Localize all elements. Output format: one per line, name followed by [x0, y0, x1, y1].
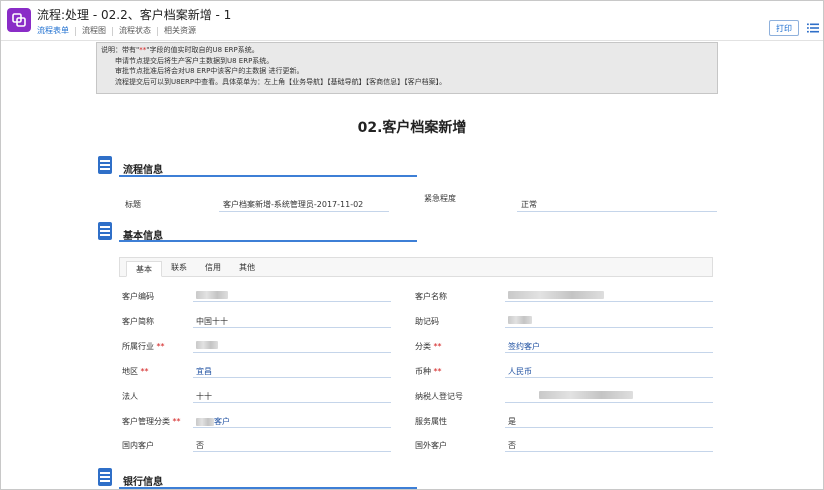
field-value-domestic[interactable]: 否: [196, 440, 204, 451]
required-mark: **: [433, 367, 442, 376]
field-underline: [505, 301, 713, 302]
field-underline: [517, 211, 717, 212]
tab-status[interactable]: 流程状态: [113, 25, 157, 37]
field-label-currency: 币种 **: [415, 366, 442, 377]
required-mark: **: [140, 367, 149, 376]
field-label-short-name: 客户简称: [122, 317, 154, 326]
field-label-service-attr: 服务属性: [415, 417, 447, 426]
field-label-customer-name: 客户名称: [415, 292, 447, 301]
field-underline: [505, 402, 713, 403]
instructions-text: 说明：带有": [101, 46, 140, 54]
instructions-box: 说明：带有"**"字段的值实时取自的U8 ERP系统。 申请节点提交后将生产客户…: [96, 42, 718, 94]
field-underline: [505, 352, 713, 353]
field-label-mnemonic: 助记码: [415, 317, 439, 326]
section-underline: [119, 487, 417, 489]
field-underline: [193, 427, 391, 428]
field-underline: [193, 352, 391, 353]
required-mark: **: [172, 417, 181, 426]
tab-other[interactable]: 其他: [230, 260, 264, 276]
tab-flowchart[interactable]: 流程图: [76, 25, 112, 37]
section-underline: [119, 240, 417, 242]
redacted-value: [508, 315, 532, 324]
field-label-urgency: 紧急程度: [424, 194, 456, 203]
field-label-manage-class: 客户管理分类 **: [122, 416, 181, 427]
tab-form[interactable]: 流程表单: [37, 25, 75, 37]
document-icon: [98, 156, 112, 174]
field-underline: [193, 301, 391, 302]
field-underline: [505, 451, 713, 452]
field-underline: [193, 377, 391, 378]
redacted-value: [196, 340, 218, 349]
field-value-foreign[interactable]: 否: [508, 440, 516, 451]
field-value-industry[interactable]: [196, 340, 218, 349]
field-value-currency[interactable]: 人民币: [508, 366, 532, 377]
field-value-taxpayer-id[interactable]: [539, 390, 633, 399]
instructions-line-1: 说明：带有"**"字段的值实时取自的U8 ERP系统。: [101, 45, 717, 56]
field-label-title: 标题: [125, 200, 141, 209]
field-value-title[interactable]: 客户档案新增-系统管理员-2017-11-02: [223, 199, 363, 210]
page-title: 流程:处理 - 02.2、客户档案新增 - 1: [37, 8, 232, 22]
redacted-value: [508, 290, 604, 299]
field-underline: [505, 377, 713, 378]
field-value-category[interactable]: 签约客户: [508, 341, 540, 352]
tab-credit[interactable]: 信用: [196, 260, 230, 276]
value-text: 客户: [214, 417, 230, 426]
workflow-app-icon: [7, 8, 31, 32]
field-label-taxpayer-id: 纳税人登记号: [415, 392, 463, 401]
field-underline: [193, 327, 391, 328]
required-mark: **: [156, 342, 165, 351]
redacted-value: [539, 390, 633, 399]
form-title: 02.客户档案新增: [357, 120, 467, 136]
menu-icon[interactable]: [807, 22, 819, 34]
field-value-service-attr[interactable]: 是: [508, 416, 516, 427]
instructions-line-4: 流程提交后可以到U8ERP中查看。具体菜单为：左上角【业务导航】【基础导航】【客…: [115, 77, 447, 86]
tab-resources[interactable]: 相关资源: [158, 25, 202, 37]
document-icon: [98, 222, 112, 240]
field-label-customer-code: 客户编码: [122, 292, 154, 301]
field-label-category: 分类 **: [415, 341, 442, 352]
header-tabs: 流程表单 流程图 流程状态 相关资源: [37, 25, 202, 37]
label-text: 地区: [122, 367, 138, 376]
redacted-value: [196, 417, 214, 426]
field-underline: [505, 427, 713, 428]
field-underline: [193, 402, 391, 403]
label-text: 所属行业: [122, 342, 154, 351]
field-value-short-name[interactable]: 中国十十: [196, 316, 228, 327]
required-mark: **: [433, 342, 442, 351]
field-label-foreign: 国外客户: [415, 441, 447, 450]
label-text: 币种: [415, 367, 431, 376]
field-value-urgency[interactable]: 正常: [521, 199, 537, 210]
header-bar: 流程:处理 - 02.2、客户档案新增 - 1 流程表单 流程图 流程状态 相关…: [1, 1, 823, 41]
print-button[interactable]: 打印: [769, 20, 799, 36]
document-icon: [98, 468, 112, 486]
field-value-customer-name[interactable]: [508, 290, 604, 299]
section-title-process: 流程信息: [123, 165, 163, 176]
field-value-legal-person[interactable]: 十十: [196, 391, 212, 402]
section-underline: [119, 175, 417, 177]
field-value-mnemonic[interactable]: [508, 315, 532, 324]
field-label-domestic: 国内客户: [122, 441, 154, 450]
label-text: 客户管理分类: [122, 417, 170, 426]
section-title-bank: 银行信息: [123, 477, 163, 488]
field-value-region[interactable]: 宜昌: [196, 366, 212, 377]
tab-contact[interactable]: 联系: [162, 260, 196, 276]
instructions-line-2: 申请节点提交后将生产客户主数据到U8 ERP系统。: [115, 56, 274, 65]
instructions-line-3: 审批节点批准后将会对U8 ERP中该客户的主数据 进行更新。: [115, 67, 304, 75]
field-underline: [193, 451, 391, 452]
instructions-text: "字段的值实时取自的U8 ERP系统。: [146, 46, 259, 54]
field-label-legal-person: 法人: [122, 392, 138, 401]
field-underline: [505, 327, 713, 328]
field-label-industry: 所属行业 **: [122, 341, 165, 352]
field-underline: [219, 211, 389, 212]
form-window: 流程:处理 - 02.2、客户档案新增 - 1 流程表单 流程图 流程状态 相关…: [0, 0, 824, 490]
field-value-manage-class[interactable]: 客户: [196, 416, 230, 427]
basic-info-tabs: 基本 联系 信用 其他: [119, 257, 713, 277]
tab-basic[interactable]: 基本: [126, 261, 162, 277]
redacted-value: [196, 290, 228, 299]
label-text: 分类: [415, 342, 431, 351]
field-label-region: 地区 **: [122, 366, 149, 377]
field-value-customer-code[interactable]: [196, 290, 228, 299]
